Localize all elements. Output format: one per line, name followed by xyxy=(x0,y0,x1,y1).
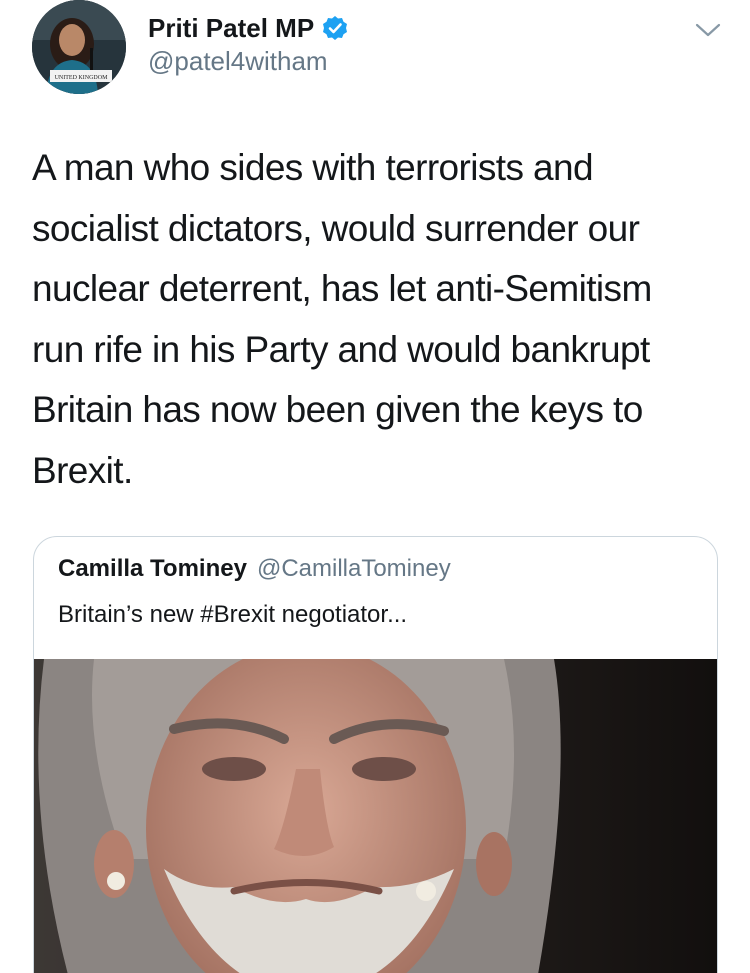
quoted-author-name: Camilla Tominey xyxy=(58,555,247,582)
quoted-tweet-photo[interactable] xyxy=(34,659,717,973)
avatar-image: UNITED KINGDOM xyxy=(32,0,126,94)
avatar-caption: UNITED KINGDOM xyxy=(55,75,108,81)
portrait-image xyxy=(34,659,717,973)
quoted-tweet-header: Camilla Tominey @CamillaTominey xyxy=(58,555,451,591)
author-name-row: Priti Patel MP xyxy=(148,10,348,46)
quoted-author-handle: @CamillaTominey xyxy=(256,555,451,582)
author-display-name[interactable]: Priti Patel MP xyxy=(148,13,314,44)
quoted-tweet-text: Britain’s new #Brexit negotiator... xyxy=(58,601,408,628)
author-avatar[interactable]: UNITED KINGDOM xyxy=(32,0,126,94)
tweet-text: A man who sides with terrorists and soci… xyxy=(32,147,652,491)
quoted-tweet-card[interactable]: Camilla Tominey @CamillaTominey Britain’… xyxy=(33,536,718,973)
tweet-view: UNITED KINGDOM Priti Patel MP @patel4wit… xyxy=(0,0,750,973)
author-handle[interactable]: @patel4witham xyxy=(148,46,328,77)
verified-badge-icon xyxy=(322,15,348,41)
chevron-down-icon[interactable] xyxy=(694,20,722,40)
